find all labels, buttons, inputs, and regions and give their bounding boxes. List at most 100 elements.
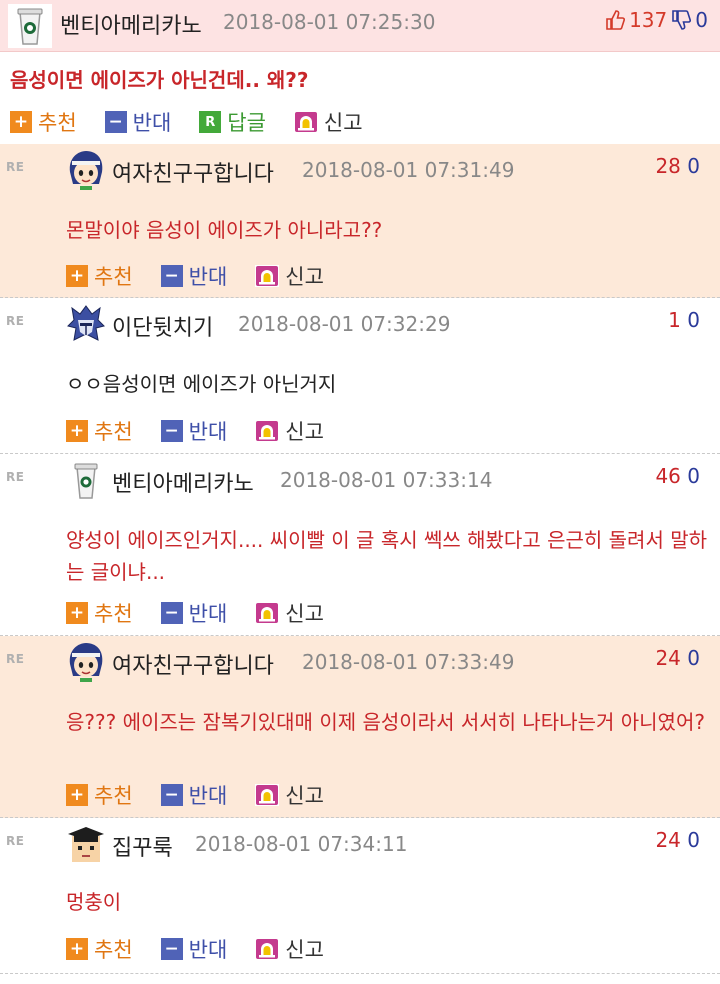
- comment-downvote-count: 0: [687, 308, 700, 332]
- reply-label: 답글: [227, 111, 266, 135]
- report-label: 신고: [323, 111, 363, 135]
- comment-date: 2018-08-01 07:31:49: [302, 158, 515, 182]
- recommend-label: 추천: [38, 111, 77, 135]
- comment-text: 양성이 에이즈인거지.... 씨이빨 이 글 혹시 쎅쓰 해봤다고 은근히 돌려…: [66, 528, 708, 584]
- minus-icon: −: [160, 265, 183, 287]
- comment-score: 24 0: [655, 646, 700, 670]
- recommend-button[interactable]: + 추천: [66, 261, 133, 291]
- comment-author[interactable]: 벤티아메리카노: [112, 466, 254, 498]
- reply-button[interactable]: R 답글: [199, 107, 266, 137]
- comment-action-bar: + 추천 − 반대 신고: [66, 261, 352, 291]
- report-button[interactable]: 신고: [255, 934, 324, 964]
- plus-icon: +: [66, 420, 88, 442]
- comment-item: RE 이단뒷치기 2018-08-01 07:32:29 1 0 ㅇㅇ음성이면 …: [0, 298, 720, 454]
- comment-downvote-count: 0: [687, 464, 700, 488]
- comment-author[interactable]: 이단뒷치기: [112, 310, 213, 342]
- graduate-avatar-icon: [68, 827, 104, 862]
- recommend-label: 추천: [94, 420, 133, 444]
- post-downvote-count: 0: [695, 8, 708, 32]
- thumbs-down-icon[interactable]: [671, 9, 692, 31]
- oppose-button[interactable]: − 반대: [104, 107, 171, 137]
- reply-icon: R: [199, 111, 222, 133]
- comment-text: 몬말이야 음성이 에이즈가 아니라고??: [66, 218, 383, 242]
- recommend-label: 추천: [94, 265, 133, 289]
- reply-arrow-icon: RE: [6, 160, 25, 174]
- comment-author[interactable]: 여자친구구합니다: [112, 156, 274, 188]
- plus-icon: +: [66, 602, 88, 624]
- report-button[interactable]: 신고: [255, 598, 324, 628]
- comment-score: 1 0: [668, 308, 700, 332]
- oppose-button[interactable]: − 반대: [160, 598, 227, 628]
- oppose-button[interactable]: − 반대: [160, 261, 228, 291]
- comment-upvote-count: 1: [668, 308, 681, 332]
- comment-item: RE 집꾸룩 2018-08-01 07:34:11 24 0 멍충이 + 추천 …: [0, 818, 720, 974]
- post-date: 2018-08-01 07:25:30: [223, 10, 436, 34]
- report-label: 신고: [285, 938, 324, 962]
- post-title: 음성이면 에이즈가 아닌건데.. 왜??: [10, 68, 309, 92]
- report-label: 신고: [285, 602, 324, 626]
- comment-date: 2018-08-01 07:34:11: [195, 832, 408, 856]
- siren-icon: [255, 784, 280, 806]
- oppose-button[interactable]: − 반대: [160, 416, 228, 446]
- recommend-label: 추천: [94, 938, 133, 962]
- minus-icon: −: [160, 784, 183, 806]
- comment-score: 46 0: [655, 464, 700, 488]
- comment-text: 멍충이: [66, 890, 122, 914]
- oppose-button[interactable]: − 반대: [160, 934, 228, 964]
- siren-icon: [255, 938, 280, 960]
- comment-date: 2018-08-01 07:33:49: [302, 650, 515, 674]
- comment-text: 응??? 에이즈는 잠복기있대매 이제 음성이라서 서서히 나타나는거 아니였어…: [66, 710, 705, 734]
- report-button[interactable]: 신고: [255, 261, 324, 291]
- comment-item: RE 벤티아메리카노 2018-08-01 07:33:14 46 0 양성이 …: [0, 454, 720, 636]
- comment-date: 2018-08-01 07:33:14: [280, 468, 493, 492]
- oppose-button[interactable]: − 반대: [160, 780, 228, 810]
- minus-icon: −: [160, 420, 183, 442]
- minus-icon: −: [104, 111, 127, 133]
- minus-icon: −: [160, 938, 183, 960]
- girl-avatar-icon: [69, 151, 103, 190]
- comment-item: RE 여자친구구합니다 2018-08-01 07:31:49 28 0 몬말이…: [0, 144, 720, 298]
- recommend-button[interactable]: + 추천: [10, 107, 77, 137]
- post-action-bar: + 추천 − 반대 R 답글 신고: [10, 107, 391, 137]
- comment-upvote-count: 46: [655, 464, 681, 488]
- post-body: 음성이면 에이즈가 아닌건데.. 왜?? + 추천 − 반대 R 답글 신고: [0, 52, 720, 144]
- report-button[interactable]: 신고: [255, 780, 324, 810]
- comment-action-bar: + 추천 − 반대 신고: [66, 416, 352, 446]
- post-author[interactable]: 벤티아메리카노: [60, 8, 202, 40]
- comment-thread: 벤티아메리카노 2018-08-01 07:25:30 137 0 음성이면 에…: [0, 0, 720, 984]
- comment-date: 2018-08-01 07:32:29: [238, 312, 451, 336]
- report-label: 신고: [285, 265, 324, 289]
- girl-avatar-icon: [69, 643, 103, 682]
- comment-author[interactable]: 집꾸룩: [112, 830, 173, 862]
- coffee-cup-avatar-icon: [74, 463, 98, 499]
- report-button[interactable]: 신고: [255, 416, 324, 446]
- oppose-label: 반대: [188, 938, 228, 962]
- thumbs-up-icon[interactable]: [605, 9, 626, 31]
- comment-item: RE 여자친구구합니다 2018-08-01 07:33:49 24 0 응??…: [0, 636, 720, 818]
- oppose-label: 반대: [188, 420, 228, 444]
- comment-downvote-count: 0: [687, 646, 700, 670]
- knight-helmet-avatar-icon: [67, 305, 105, 341]
- comment-upvote-count: 24: [655, 646, 681, 670]
- recommend-button[interactable]: + 추천: [66, 780, 133, 810]
- plus-icon: +: [10, 111, 32, 133]
- oppose-label: 반대: [188, 265, 228, 289]
- post-votes: 137 0: [605, 8, 708, 32]
- recommend-label: 추천: [94, 784, 133, 808]
- siren-icon: [255, 265, 280, 287]
- comment-score: 28 0: [655, 154, 700, 178]
- recommend-button[interactable]: + 추천: [66, 598, 133, 628]
- recommend-label: 추천: [94, 602, 133, 626]
- reply-arrow-icon: RE: [6, 470, 25, 484]
- recommend-button[interactable]: + 추천: [66, 934, 133, 964]
- report-button[interactable]: 신고: [293, 107, 363, 137]
- reply-arrow-icon: RE: [6, 834, 25, 848]
- oppose-label: 반대: [188, 784, 228, 808]
- report-label: 신고: [285, 420, 324, 444]
- coffee-cup-avatar-icon: [8, 4, 52, 48]
- comment-author[interactable]: 여자친구구합니다: [112, 648, 274, 680]
- recommend-button[interactable]: + 추천: [66, 416, 133, 446]
- comment-text: ㅇㅇ음성이면 에이즈가 아닌거지: [66, 372, 337, 396]
- plus-icon: +: [66, 265, 88, 287]
- reply-arrow-icon: RE: [6, 314, 25, 328]
